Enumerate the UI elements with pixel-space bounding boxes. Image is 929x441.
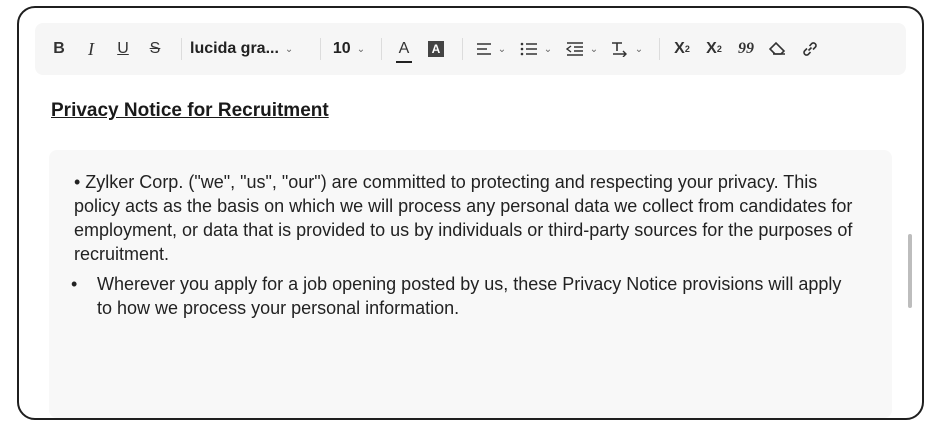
bulleted-list-icon bbox=[520, 42, 537, 56]
privacy-paragraph: • Zylker Corp. ("we", "us", "our") are c… bbox=[74, 172, 853, 264]
toolbar-separator bbox=[181, 38, 182, 60]
editor-content-area[interactable]: • Zylker Corp. ("we", "us", "our") are c… bbox=[49, 150, 892, 418]
vertical-scrollbar[interactable] bbox=[908, 234, 912, 308]
font-size-select[interactable]: 10 ⌄ bbox=[329, 34, 369, 64]
list-dropdown[interactable]: ⌄ bbox=[515, 34, 557, 64]
italic-button[interactable]: I bbox=[77, 34, 105, 64]
underline-button[interactable]: U bbox=[109, 34, 137, 64]
blockquote-button[interactable]: 99 bbox=[732, 34, 760, 64]
toolbar-separator bbox=[381, 38, 382, 60]
highlight-color-icon: A bbox=[428, 41, 444, 57]
list-item-text: Wherever you apply for a job opening pos… bbox=[97, 274, 842, 318]
chevron-down-icon: ⌄ bbox=[543, 43, 553, 55]
highlight-color-button[interactable]: A bbox=[422, 34, 450, 64]
chevron-down-icon: ⌄ bbox=[634, 43, 644, 55]
font-family-select[interactable]: lucida gra... ⌄ bbox=[190, 34, 308, 64]
list-item: • Wherever you apply for a job opening p… bbox=[71, 272, 847, 320]
toolbar-separator bbox=[659, 38, 660, 60]
toolbar-separator bbox=[462, 38, 463, 60]
align-left-icon bbox=[476, 43, 491, 55]
strikethrough-button[interactable]: S bbox=[141, 34, 169, 64]
link-icon bbox=[803, 42, 817, 56]
text-direction-icon bbox=[611, 42, 627, 57]
clear-formatting-button[interactable] bbox=[764, 34, 792, 64]
editor-window: B I U S lucida gra... ⌄ 10 ⌄ A A ⌄ ⌄ ⌄ ⌄… bbox=[17, 6, 924, 420]
list-bullet: • bbox=[71, 274, 78, 294]
chevron-down-icon: ⌄ bbox=[497, 43, 507, 55]
toolbar-separator bbox=[320, 38, 321, 60]
line-height-dropdown[interactable]: ⌄ bbox=[607, 34, 647, 64]
chevron-down-icon: ⌄ bbox=[284, 43, 294, 55]
quote-icon: 99 bbox=[738, 40, 754, 57]
chevron-down-icon: ⌄ bbox=[356, 43, 366, 55]
document-heading[interactable]: Privacy Notice for Recruitment bbox=[51, 100, 329, 122]
font-size-value: 10 bbox=[332, 40, 351, 57]
outdent-icon bbox=[565, 42, 583, 56]
eraser-icon bbox=[769, 41, 786, 55]
font-family-value: lucida gra... bbox=[190, 40, 279, 57]
font-color-button[interactable]: A bbox=[390, 34, 418, 64]
indent-dropdown[interactable]: ⌄ bbox=[561, 34, 603, 64]
insert-link-button[interactable] bbox=[796, 34, 824, 64]
subscript-button[interactable]: X2 bbox=[700, 34, 728, 64]
chevron-down-icon: ⌄ bbox=[589, 43, 599, 55]
superscript-button[interactable]: X2 bbox=[668, 34, 696, 64]
font-color-icon: A bbox=[395, 40, 412, 63]
bold-button[interactable]: B bbox=[45, 34, 73, 64]
align-dropdown[interactable]: ⌄ bbox=[471, 34, 511, 64]
formatting-toolbar: B I U S lucida gra... ⌄ 10 ⌄ A A ⌄ ⌄ ⌄ ⌄… bbox=[35, 23, 906, 75]
